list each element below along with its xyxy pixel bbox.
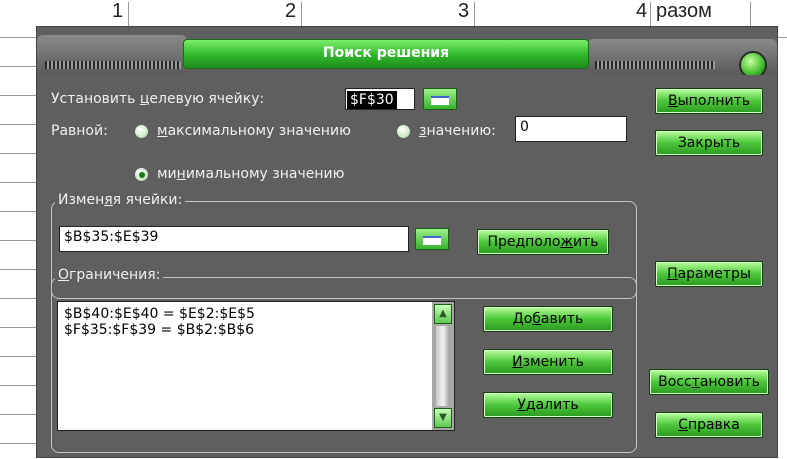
label-accel: я — [104, 192, 113, 208]
label-accel: н — [176, 166, 186, 182]
label-accel: П — [667, 266, 678, 282]
target-cell-input[interactable]: $F$30 — [345, 88, 415, 110]
constraints-listbox[interactable]: $B$40:$E$40 = $E$2:$E$5 $F$35:$F$39 = $B… — [57, 301, 455, 431]
label-part: авить — [540, 311, 584, 327]
guess-button[interactable]: Предположить — [477, 229, 609, 255]
row-gridline — [0, 443, 40, 444]
title-bar-left[interactable] — [37, 35, 187, 75]
solve-button[interactable]: Выполнить — [655, 88, 763, 114]
target-cell-label: Установить целевую ячейку: — [51, 91, 264, 107]
label-part: араметры — [677, 266, 751, 282]
reset-button[interactable]: Восстановить — [649, 369, 769, 395]
row-gridline — [0, 95, 40, 96]
label-part: аксимальному значению — [167, 123, 351, 139]
label-accel: т — [691, 374, 700, 390]
row-gridline — [0, 298, 40, 299]
label-accel: С — [678, 417, 688, 433]
collapse-dialog-icon — [423, 236, 441, 245]
solver-dialog: Поиск решения Установить целевую ячейку:… — [36, 26, 778, 458]
help-button[interactable]: Справка — [655, 412, 763, 438]
column-separator — [474, 2, 475, 26]
row-gridline — [0, 153, 40, 154]
title-bar-right[interactable] — [587, 39, 777, 79]
label-part: имальному значению — [185, 166, 345, 182]
label-part: далить — [525, 397, 579, 413]
row-gridline — [0, 385, 40, 386]
changing-cells-ref-button[interactable] — [415, 228, 449, 250]
label-accel: б — [532, 311, 541, 327]
column-separator — [750, 2, 751, 26]
radio-value[interactable] — [397, 125, 410, 138]
row-gridline — [0, 124, 40, 125]
row-gridline — [0, 414, 40, 415]
label-accel: О — [58, 267, 70, 283]
target-cell-ref-button[interactable] — [423, 88, 457, 110]
label-part: зменить — [522, 354, 584, 370]
grip-texture — [45, 61, 181, 69]
label-part: ми — [157, 166, 177, 182]
column-header-1[interactable]: 1 — [112, 0, 123, 28]
label-part: Измен — [58, 192, 105, 208]
delete-button[interactable]: Удалить — [483, 392, 613, 418]
collapse-dialog-icon — [431, 96, 449, 105]
constraints-scrollbar[interactable]: ▲ ▼ — [432, 302, 454, 430]
row-gridline — [0, 37, 40, 38]
row-gridline — [0, 327, 40, 328]
constraints-legend: Ограничения: — [55, 267, 164, 283]
label-part: До — [512, 311, 533, 327]
change-button[interactable]: Изменить — [483, 349, 613, 375]
row-gridline — [0, 356, 40, 357]
scroll-down-icon[interactable]: ▼ — [434, 408, 452, 428]
label-part: ыполнить — [677, 93, 750, 109]
radio-min[interactable] — [135, 168, 148, 181]
row-gridline — [0, 211, 40, 212]
label-accel: м — [157, 123, 168, 139]
value-of-input[interactable]: 0 — [515, 116, 627, 142]
label-part: ановить — [699, 374, 760, 390]
list-item[interactable]: $F$35:$F$39 = $B$2:$B$6 — [64, 322, 254, 338]
row-gridline — [0, 182, 40, 183]
options-button[interactable]: Параметры — [655, 261, 763, 287]
column-header-2[interactable]: 2 — [285, 0, 296, 28]
label-part: Восс — [658, 374, 692, 390]
label-part: граничения: — [69, 267, 161, 283]
list-item[interactable]: $B$40:$E$40 = $E$2:$E$5 — [64, 306, 255, 322]
grip-texture — [595, 61, 715, 69]
column-separator — [128, 2, 129, 26]
label-part: елевую ячейку: — [149, 91, 265, 107]
target-cell-value: $F$30 — [347, 91, 397, 109]
add-button[interactable]: Добавить — [483, 306, 613, 332]
label-part: Предполо — [487, 234, 561, 250]
label-accel: И — [512, 354, 523, 370]
label-part: Установить — [51, 91, 140, 107]
radio-min-label[interactable]: минимальному значению — [157, 166, 344, 182]
row-gridline — [0, 269, 40, 270]
scroll-thumb[interactable] — [436, 326, 450, 406]
row-gridline — [0, 240, 40, 241]
column-header-4[interactable]: 4 — [636, 0, 647, 28]
changing-cells-input[interactable]: $B$35:$E$39 — [59, 226, 409, 252]
radio-max-label[interactable]: максимальному значению — [157, 123, 351, 139]
radio-value-label[interactable]: значению: — [419, 123, 496, 139]
column-separator — [650, 2, 651, 26]
close-button[interactable]: Закрыть — [655, 130, 763, 156]
row-gridline — [0, 66, 40, 67]
radio-max[interactable] — [135, 125, 148, 138]
label-part: я ячейки: — [112, 192, 183, 208]
cell-text-razom[interactable]: разом — [656, 0, 712, 28]
label-part: правка — [687, 417, 740, 433]
dialog-title: Поиск решения — [322, 45, 450, 61]
title-bar[interactable]: Поиск решения — [183, 39, 589, 69]
label-part: начению: — [426, 123, 496, 139]
label-accel: ж — [560, 234, 574, 250]
column-separator — [301, 2, 302, 26]
label-accel: В — [668, 93, 678, 109]
column-header-3[interactable]: 3 — [458, 0, 469, 28]
scroll-up-icon[interactable]: ▲ — [434, 304, 452, 324]
label-part: ить — [573, 234, 599, 250]
label-accel: ц — [139, 91, 150, 107]
label-accel: У — [517, 397, 526, 413]
changing-cells-legend: Изменяя ячейки: — [55, 192, 186, 208]
equal-to-label: Равной: — [51, 123, 108, 139]
